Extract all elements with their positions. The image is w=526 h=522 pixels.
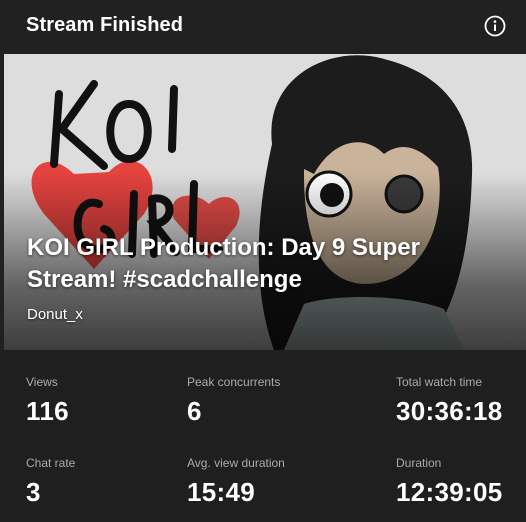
panel-title: Stream Finished: [26, 14, 184, 36]
stream-thumbnail[interactable]: KOI GIRL Production: Day 9 Super Stream!…: [4, 54, 526, 350]
channel-name[interactable]: Donut_x: [27, 306, 83, 323]
stat-value: 3: [26, 477, 41, 507]
stat-views: Views 116: [26, 375, 69, 427]
stat-value: 116: [26, 396, 69, 426]
panel-header: Stream Finished: [0, 0, 526, 54]
stat-peak-concurrents: Peak concurrents 6: [187, 375, 280, 427]
stat-duration: Duration 12:39:05: [396, 456, 502, 508]
stat-value: 6: [187, 396, 202, 426]
stat-value: 15:49: [187, 477, 255, 507]
stat-chat-rate: Chat rate 3: [26, 456, 75, 508]
stat-total-watch-time: Total watch time 30:36:18: [396, 375, 502, 427]
stream-title[interactable]: KOI GIRL Production: Day 9 Super Stream!…: [27, 232, 497, 296]
stat-label: Peak concurrents: [187, 375, 281, 389]
info-icon[interactable]: [484, 15, 506, 37]
stat-label: Chat rate: [26, 456, 76, 470]
stat-label: Views: [26, 375, 58, 389]
stream-stats: Views 116 Peak concurrents 6 Total watch…: [0, 350, 526, 522]
stat-label: Avg. view duration: [187, 456, 285, 470]
stat-value: 30:36:18: [396, 396, 503, 426]
stat-label: Duration: [396, 456, 442, 470]
stream-finished-panel: Stream Finished KOI GIRL Production: Day…: [0, 0, 526, 522]
stat-avg-view-duration: Avg. view duration 15:49: [187, 456, 285, 508]
stat-value: 12:39:05: [396, 477, 503, 507]
stat-label: Total watch time: [396, 375, 483, 389]
